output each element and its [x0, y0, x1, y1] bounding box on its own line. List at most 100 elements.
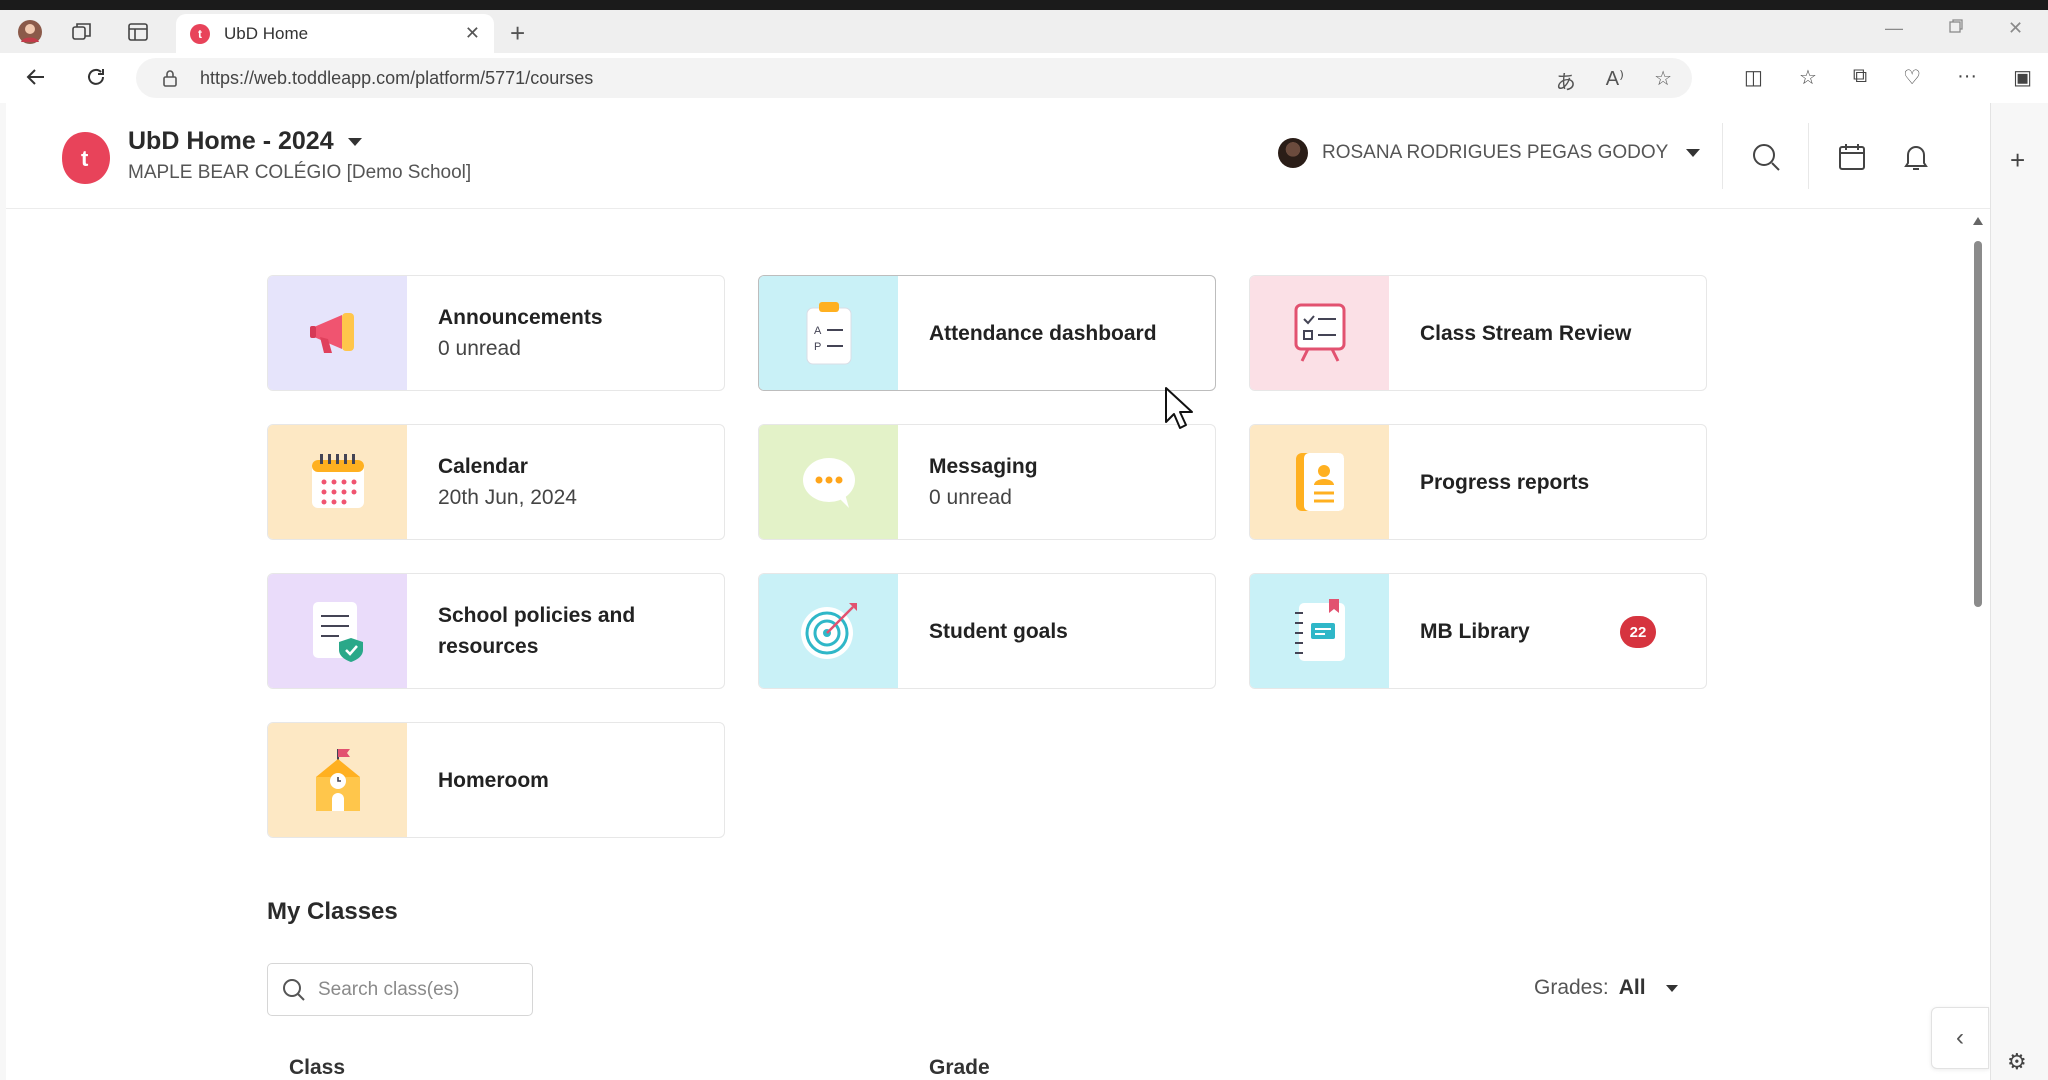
chevron-left-icon: ‹	[1956, 1024, 1964, 1051]
avatar[interactable]	[1278, 138, 1308, 168]
tile-icon-bg: A P	[759, 276, 898, 390]
tile-icon-bg	[268, 276, 407, 390]
url-text[interactable]: https://web.toddleapp.com/platform/5771/…	[200, 68, 593, 89]
grades-value[interactable]: All	[1619, 976, 1646, 1000]
favorite-star-icon[interactable]: ☆	[1654, 66, 1672, 95]
target-icon	[800, 603, 857, 659]
search-icon	[283, 978, 305, 1001]
divider	[1722, 123, 1723, 189]
settings-gear-icon[interactable]: ⚙	[2007, 1049, 2027, 1075]
svg-text:A: A	[814, 325, 822, 337]
scroll-thumb[interactable]	[1974, 241, 1982, 607]
tile-calendar[interactable]: Calendar 20th Jun, 2024	[267, 424, 725, 540]
collapse-panel-button[interactable]: ‹	[1931, 1007, 1989, 1069]
split-screen-icon[interactable]: ◫	[1744, 65, 1763, 90]
browser-essentials-icon[interactable]: ♡	[1903, 65, 1921, 90]
app-header: t UbD Home - 2024 MAPLE BEAR COLÉGIO [De…	[6, 103, 1990, 209]
divider	[1808, 123, 1809, 189]
restore-icon[interactable]	[1948, 18, 1964, 39]
tile-student-goals[interactable]: Student goals	[758, 573, 1216, 689]
back-icon[interactable]	[24, 65, 48, 95]
close-tab-icon[interactable]: ✕	[465, 23, 480, 44]
class-search-box[interactable]	[267, 963, 533, 1016]
tile-messaging[interactable]: Messaging 0 unread	[758, 424, 1216, 540]
calendar-icon	[311, 454, 364, 508]
reload-icon[interactable]	[84, 65, 108, 95]
scroll-up-arrow-icon[interactable]	[1973, 217, 1983, 225]
read-aloud-icon[interactable]: A⁾	[1606, 66, 1624, 95]
tile-subtitle: 0 unread	[438, 337, 521, 360]
report-book-icon	[1295, 453, 1344, 511]
edge-sidebar: + ⚙	[1990, 103, 2048, 1080]
megaphone-icon	[309, 313, 354, 353]
grades-label: Grades:	[1534, 976, 1609, 999]
chat-bubble-icon	[802, 458, 855, 508]
tile-attendance-dashboard[interactable]: A P Attendance dashboard	[758, 275, 1216, 391]
favorites-icon[interactable]: ☆	[1799, 65, 1817, 90]
page-scrollbar[interactable]	[1971, 217, 1985, 1077]
tile-mb-library[interactable]: MB Library 22	[1249, 573, 1707, 689]
grades-filter[interactable]: Grades: All	[1534, 976, 1678, 1000]
chevron-down-icon[interactable]	[1686, 149, 1701, 157]
tile-class-stream-review[interactable]: Class Stream Review	[1249, 275, 1707, 391]
tab-ubd-home[interactable]: t UbD Home ✕	[176, 14, 494, 53]
tile-progress-reports[interactable]: Progress reports	[1249, 424, 1707, 540]
tile-title: MB Library	[1420, 619, 1530, 643]
profile-avatar-icon[interactable]	[16, 18, 44, 46]
tile-icon-bg	[268, 425, 407, 539]
toddle-logo-icon[interactable]: t	[58, 130, 112, 186]
search-input[interactable]	[318, 978, 528, 1001]
close-window-icon[interactable]: ✕	[2008, 18, 2023, 39]
tab-bar: t UbD Home ✕ + — ✕	[0, 10, 2048, 53]
tile-homeroom[interactable]: Homeroom	[267, 722, 725, 838]
url-bar[interactable]: https://web.toddleapp.com/platform/5771/…	[136, 58, 1692, 98]
column-header-grade[interactable]: Grade	[929, 1056, 990, 1080]
checklist-board-icon	[1294, 303, 1345, 362]
toddle-favicon-icon: t	[190, 23, 210, 44]
search-icon[interactable]	[1750, 141, 1782, 173]
calendar-icon[interactable]	[1836, 141, 1868, 173]
collections-icon[interactable]: ⧉	[1853, 65, 1867, 90]
address-bar-row: https://web.toddleapp.com/platform/5771/…	[0, 53, 2048, 103]
school-name: MAPLE BEAR COLÉGIO [Demo School]	[128, 162, 472, 183]
tile-title: Announcements	[438, 306, 603, 329]
notification-bell-icon[interactable]	[1900, 141, 1932, 173]
user-menu[interactable]: ROSANA RODRIGUES PEGAS GODOY	[1278, 138, 1701, 168]
column-header-class[interactable]: Class	[289, 1056, 345, 1080]
tile-icon-bg	[1250, 574, 1389, 688]
workspace-title[interactable]: UbD Home - 2024	[128, 127, 334, 156]
unread-count-badge: 22	[1620, 616, 1656, 648]
chevron-down-icon[interactable]	[1665, 984, 1678, 992]
add-sidebar-app-icon[interactable]: +	[2010, 145, 2025, 176]
chevron-down-icon[interactable]	[347, 137, 362, 146]
tile-subtitle: 20th Jun, 2024	[438, 486, 577, 509]
tile-title: Progress reports	[1420, 470, 1590, 494]
tile-icon-bg	[268, 723, 407, 837]
notebook-icon	[1294, 599, 1345, 661]
more-menu-icon[interactable]: ···	[1957, 65, 1977, 90]
svg-text:P: P	[814, 341, 821, 353]
workspace-switcher[interactable]: UbD Home - 2024	[128, 127, 362, 156]
sidebar-toggle-icon[interactable]: ▣	[2013, 65, 2032, 90]
tile-title: Messaging	[929, 455, 1038, 478]
tile-school-policies[interactable]: School policies and resources	[267, 573, 725, 689]
clipboard-icon: A P	[806, 302, 851, 365]
tab-actions-icon[interactable]	[124, 18, 152, 46]
tile-title: Class Stream Review	[1420, 321, 1632, 345]
new-tab-icon[interactable]: +	[510, 20, 525, 46]
tile-icon-bg	[1250, 425, 1389, 539]
title-strip	[0, 0, 2048, 10]
my-classes-heading: My Classes	[267, 898, 398, 925]
translate-icon[interactable]: あ	[1556, 66, 1576, 95]
tile-announcements[interactable]: Announcements 0 unread	[267, 275, 725, 391]
tile-icon-bg	[759, 574, 898, 688]
minimize-icon[interactable]: —	[1885, 18, 1903, 39]
tile-title: School policies and resources	[438, 604, 636, 658]
policy-document-icon	[312, 602, 363, 662]
lock-icon[interactable]	[160, 68, 180, 88]
tile-title: Calendar	[438, 455, 528, 478]
user-name[interactable]: ROSANA RODRIGUES PEGAS GODOY	[1322, 142, 1668, 164]
workspaces-icon[interactable]	[68, 18, 96, 46]
tile-title: Attendance dashboard	[929, 321, 1157, 345]
tab-title: UbD Home	[224, 23, 309, 43]
